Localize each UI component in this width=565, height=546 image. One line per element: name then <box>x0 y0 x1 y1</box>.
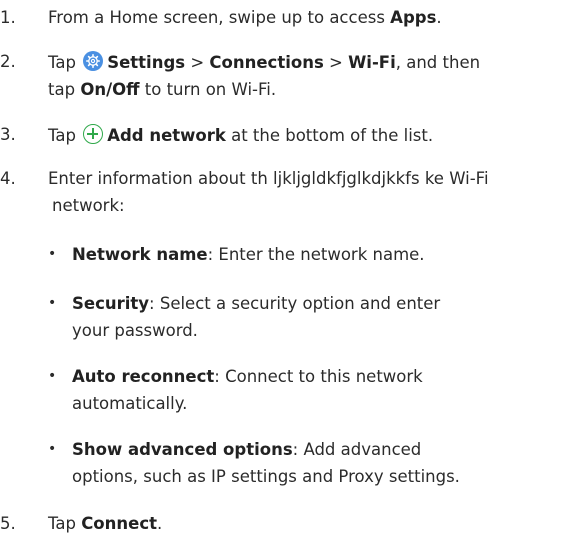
step-text-plain: tap <box>48 80 81 99</box>
step-text-plain: From a Home screen, swipe up to access <box>48 8 391 27</box>
add-network-label: Add network <box>107 126 226 145</box>
step-text-plain: , and then <box>395 53 481 72</box>
path-separator: > <box>185 53 210 72</box>
step-number: 3. <box>0 125 16 144</box>
wifi-label: Wi-Fi <box>348 53 396 72</box>
on-off-label: On/Off <box>80 80 140 99</box>
bullet-description: automatically. <box>72 394 188 413</box>
step-text: network: <box>52 196 125 215</box>
step-text-plain: to turn on Wi-Fi. <box>139 80 277 99</box>
step-text: Tap Connect. <box>48 510 162 537</box>
connections-label: Connections <box>209 53 324 72</box>
bullet-term: Network name <box>72 245 208 264</box>
step-number: 1. <box>0 8 16 27</box>
bullet-marker: • <box>48 368 57 384</box>
bullet-term: Show advanced options <box>72 440 293 459</box>
bullet-text: Network name: Enter the network name. <box>72 241 425 268</box>
bullet-marker: • <box>48 246 57 262</box>
bullet-description: options, such as IP settings and Proxy s… <box>72 467 460 486</box>
settings-icon <box>83 51 104 71</box>
step-text: Tap Add network at the bottom of the lis… <box>48 121 433 149</box>
bullet-marker: • <box>48 295 57 311</box>
bullet-description: : Select a security option and enter <box>149 294 441 313</box>
step-text-plain: Tap <box>48 126 82 145</box>
step-text: Tap Settings > Connections > Wi-Fi, and … <box>48 48 480 76</box>
step-text-plain: at the bottom of the list. <box>225 126 434 145</box>
connect-label: Connect <box>81 514 157 533</box>
bullet-text: Security: Select a security option and e… <box>72 290 440 317</box>
step-number: 4. <box>0 169 16 188</box>
step-text-bold: Apps <box>390 8 437 27</box>
step-text: tap On/Off to turn on Wi-Fi. <box>48 76 276 103</box>
bullet-description: : Connect to this network <box>214 367 423 386</box>
bullet-text: Show advanced options: Add advanced <box>72 436 421 463</box>
bullet-marker: • <box>48 441 57 457</box>
bullet-description: : Add advanced <box>292 440 422 459</box>
step-text: Enter information about th ljkljgldkfjgl… <box>48 169 489 188</box>
step-text-plain: Tap <box>48 514 82 533</box>
settings-label: Settings <box>107 53 186 72</box>
bullet-description: : Enter the network name. <box>207 245 425 264</box>
step-text-plain: . <box>156 514 163 533</box>
add-icon <box>83 124 104 144</box>
bullet-text: Auto reconnect: Connect to this network <box>72 363 423 390</box>
step-text-plain: . <box>436 8 442 27</box>
bullet-term: Auto reconnect <box>72 367 215 386</box>
step-text-plain: Tap <box>48 53 82 72</box>
path-separator: > <box>323 53 349 72</box>
step-text: From a Home screen, swipe up to access A… <box>48 4 442 31</box>
step-number: 5. <box>0 514 16 533</box>
bullet-term: Security <box>72 294 150 313</box>
bullet-description: your password. <box>72 321 198 340</box>
step-number: 2. <box>0 52 16 71</box>
